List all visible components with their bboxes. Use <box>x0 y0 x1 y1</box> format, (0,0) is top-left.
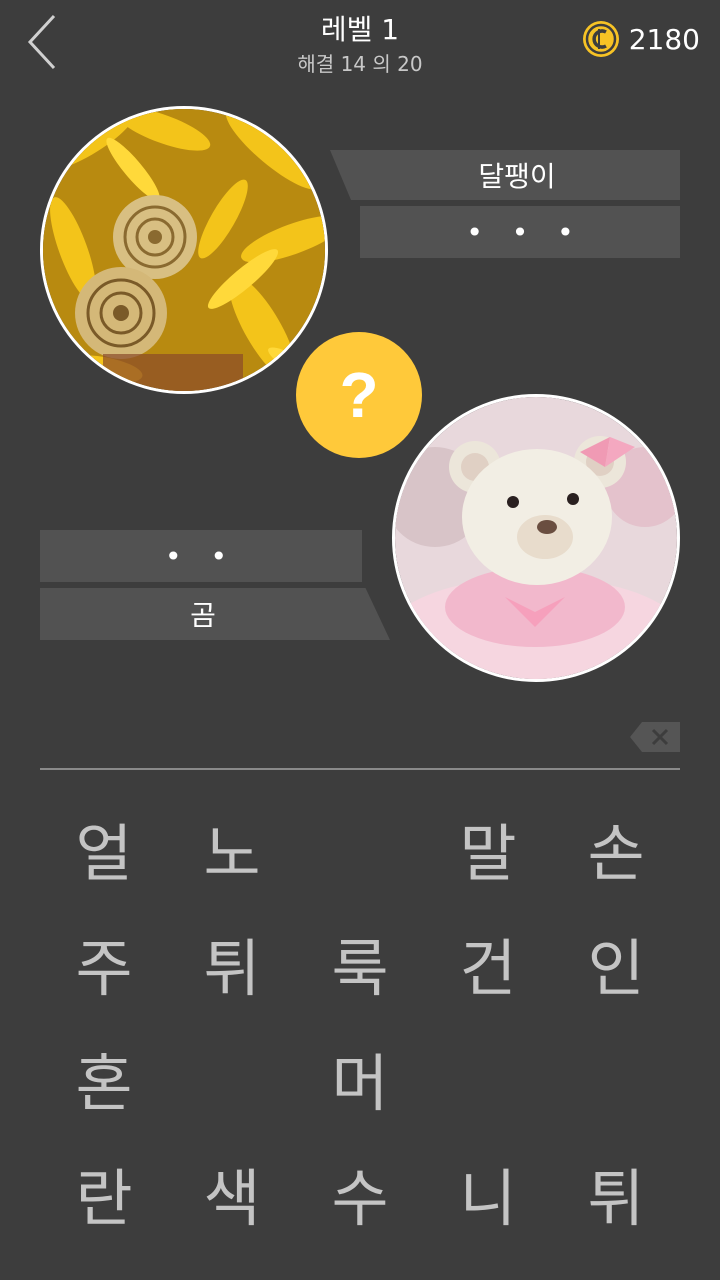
letter-tile[interactable]: 건 <box>424 905 552 1020</box>
empty-letter-slot <box>296 790 424 905</box>
bottom-answer-text: 곰 <box>190 599 216 632</box>
letter-tile[interactable]: 란 <box>40 1135 168 1250</box>
top-hint-bar[interactable]: • • • <box>360 206 680 258</box>
coin-icon <box>582 21 619 57</box>
letter-tile[interactable]: 수 <box>296 1135 424 1250</box>
letter-tile[interactable]: 말 <box>424 790 552 905</box>
letter-tile[interactable]: 머 <box>296 1020 424 1135</box>
bottom-hint-text: • • <box>165 539 237 573</box>
empty-letter-slot <box>424 1020 552 1135</box>
hint-question-button[interactable]: ? <box>296 332 422 458</box>
letter-tile[interactable]: 니 <box>424 1135 552 1250</box>
divider <box>40 768 680 770</box>
letter-grid: 얼 노 말 손 주 튀 룩 건 인 혼 머 란 색 수 니 튀 <box>40 790 680 1250</box>
coin-balance[interactable]: 2180 <box>581 18 700 60</box>
bottom-answer-bar: 곰 <box>40 588 390 640</box>
empty-letter-slot <box>552 1020 680 1135</box>
empty-letter-slot <box>168 1020 296 1135</box>
letter-tile[interactable]: 얼 <box>40 790 168 905</box>
letter-tile[interactable]: 노 <box>168 790 296 905</box>
letter-tile[interactable]: 인 <box>552 905 680 1020</box>
top-answer-text: 달팽이 <box>478 160 556 193</box>
backspace-icon <box>630 722 680 752</box>
letter-tile[interactable]: 혼 <box>40 1020 168 1135</box>
top-answer-bar: 달팽이 <box>330 150 680 200</box>
snail-photo <box>40 106 328 394</box>
teddy-bear-photo <box>392 394 680 682</box>
top-hint-text: • • • <box>466 215 584 249</box>
letter-tile[interactable]: 튀 <box>552 1135 680 1250</box>
coin-count: 2180 <box>628 22 700 56</box>
bottom-hint-bar[interactable]: • • <box>40 530 362 582</box>
letter-tile[interactable]: 주 <box>40 905 168 1020</box>
letter-tile[interactable]: 색 <box>168 1135 296 1250</box>
letter-tile[interactable]: 손 <box>552 790 680 905</box>
letter-tile[interactable]: 룩 <box>296 905 424 1020</box>
backspace-button[interactable] <box>630 722 680 752</box>
letter-tile[interactable]: 튀 <box>168 905 296 1020</box>
